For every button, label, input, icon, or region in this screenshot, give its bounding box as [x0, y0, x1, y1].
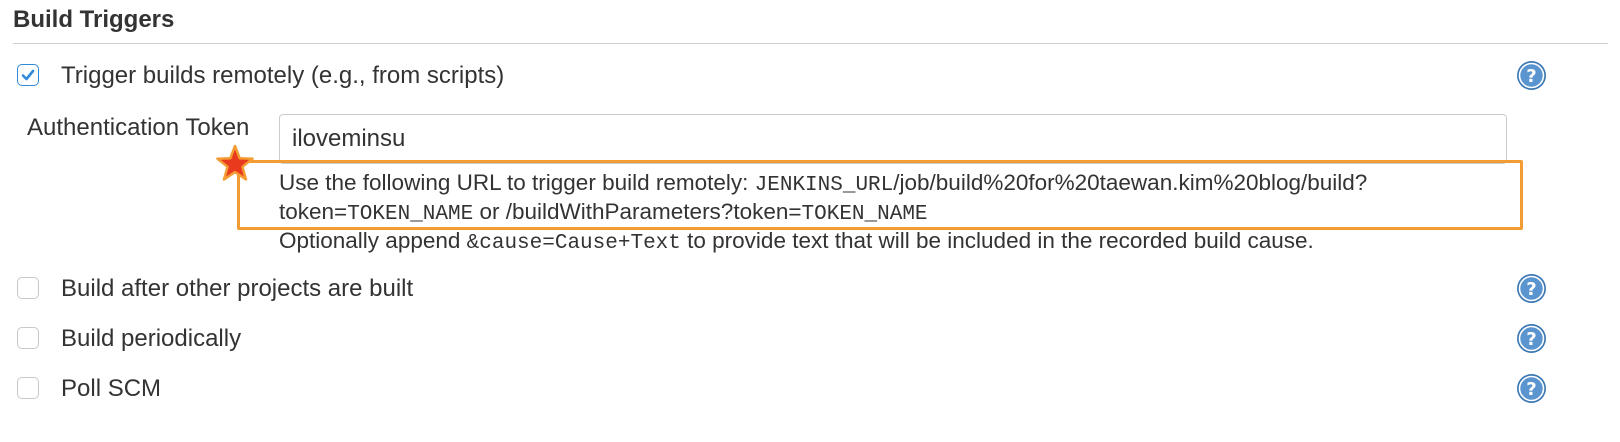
optional-cause-prefix: Optionally append: [279, 228, 467, 253]
poll-scm-row: Poll SCM ?: [0, 368, 1620, 408]
build-periodically-checkbox[interactable]: [17, 327, 39, 349]
section-title: Build Triggers: [13, 6, 175, 33]
svg-text:?: ?: [1526, 66, 1536, 87]
trigger-remote-checkbox[interactable]: [17, 64, 39, 86]
section-divider: [13, 43, 1608, 44]
build-after-row: Build after other projects are built ?: [0, 268, 1620, 308]
auth-token-input[interactable]: [279, 114, 1507, 164]
svg-text:?: ?: [1526, 379, 1536, 400]
question-mark-help-icon[interactable]: ?: [1516, 373, 1547, 404]
auth-token-label: Authentication Token: [27, 114, 250, 141]
build-with-parameters-text: or /buildWithParameters?token=: [473, 199, 802, 224]
svg-text:?: ?: [1526, 279, 1536, 300]
star-icon: [216, 144, 254, 181]
token-prefix: token=: [279, 199, 348, 224]
remote-help-text: Use the following URL to trigger build r…: [279, 170, 755, 195]
remote-help-line-1: Use the following URL to trigger build r…: [279, 170, 1367, 197]
build-periodically-label: Build periodically: [61, 325, 242, 352]
question-mark-help-icon[interactable]: ?: [1516, 60, 1547, 91]
checkmark-icon: [21, 69, 35, 81]
poll-scm-checkbox[interactable]: [17, 377, 39, 399]
trigger-remote-row: Trigger builds remotely (e.g., from scri…: [0, 55, 1620, 95]
build-after-checkbox[interactable]: [17, 277, 39, 299]
remote-help-line-2: token=TOKEN_NAME or /buildWithParameters…: [279, 199, 928, 226]
trigger-remote-label: Trigger builds remotely (e.g., from scri…: [61, 62, 505, 89]
token-name-code: TOKEN_NAME: [347, 203, 474, 226]
remote-help-line-3: Optionally append &cause=Cause+Text to p…: [279, 228, 1314, 255]
question-mark-help-icon[interactable]: ?: [1516, 323, 1547, 354]
token-name-code-2: TOKEN_NAME: [801, 203, 928, 226]
question-mark-help-icon[interactable]: ?: [1516, 273, 1547, 304]
remote-help-path: /job/build%20for%20taewan.kim%20blog/bui…: [893, 170, 1368, 195]
build-after-label: Build after other projects are built: [61, 275, 414, 302]
optional-cause-suffix: to provide text that will be included in…: [680, 228, 1314, 253]
jenkins-url-code: JENKINS_URL: [754, 174, 894, 197]
svg-text:?: ?: [1526, 329, 1536, 350]
cause-code: &cause=Cause+Text: [466, 232, 681, 255]
poll-scm-label: Poll SCM: [61, 375, 162, 402]
build-periodically-row: Build periodically ?: [0, 318, 1620, 358]
